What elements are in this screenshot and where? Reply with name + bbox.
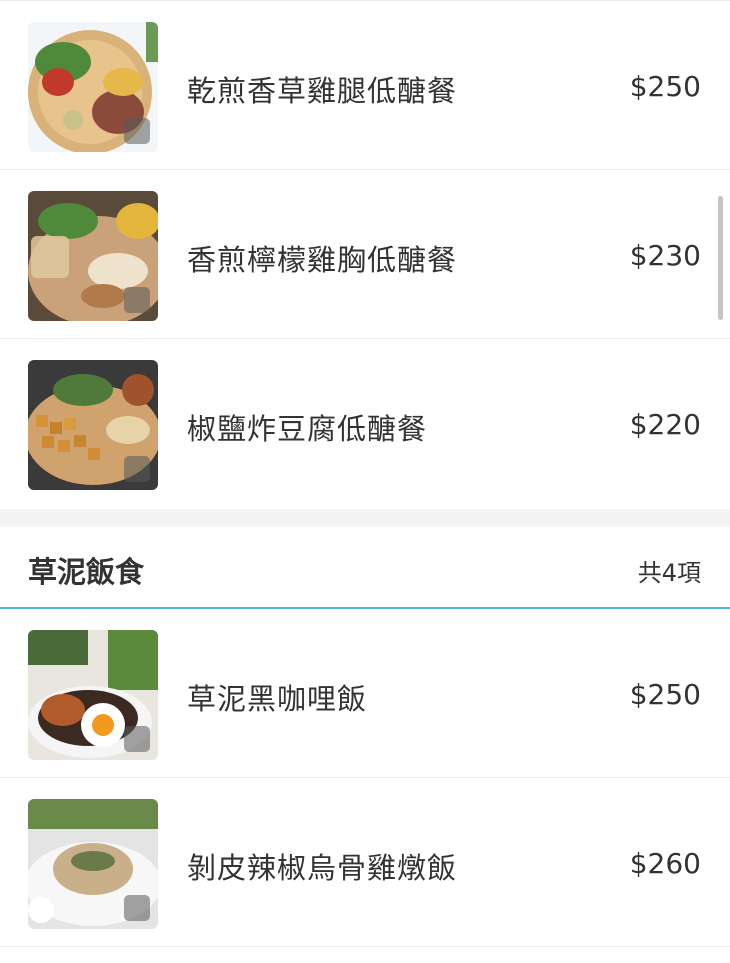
scrollbar[interactable]	[718, 196, 723, 320]
food-photo[interactable]	[28, 799, 158, 929]
menu-item[interactable]: 香煎檸檬雞胸低醣餐 $230	[0, 170, 730, 339]
zoom-icon[interactable]	[124, 118, 150, 144]
menu-item[interactable]: 剝皮辣椒烏骨雞燉飯 $260	[0, 778, 730, 947]
food-photo[interactable]	[28, 360, 158, 490]
item-price: $220	[629, 408, 701, 441]
item-divider	[0, 946, 730, 947]
section-gap	[0, 509, 730, 527]
zoom-icon[interactable]	[124, 287, 150, 313]
zoom-icon[interactable]	[124, 726, 150, 752]
item-price: $260	[629, 847, 701, 880]
item-name: 椒鹽炸豆腐低醣餐	[187, 412, 428, 446]
category-title: 草泥飯食	[28, 555, 145, 589]
item-name: 乾煎香草雞腿低醣餐	[187, 74, 458, 108]
menu-item[interactable]: 椒鹽炸豆腐低醣餐 $220	[0, 339, 730, 508]
item-name: 剝皮辣椒烏骨雞燉飯	[187, 851, 458, 885]
brand-logo-icon	[28, 897, 54, 923]
zoom-icon[interactable]	[124, 456, 150, 482]
item-name: 香煎檸檬雞胸低醣餐	[187, 243, 458, 277]
food-photo[interactable]	[28, 630, 158, 760]
menu-item[interactable]: 乾煎香草雞腿低醣餐 $250	[0, 1, 730, 170]
item-price: $250	[629, 70, 701, 103]
zoom-icon[interactable]	[124, 895, 150, 921]
category-count: 共4項	[637, 559, 701, 587]
food-photo[interactable]	[28, 22, 158, 152]
category-header: 草泥飯食 共4項	[0, 527, 730, 609]
food-photo[interactable]	[28, 191, 158, 321]
item-price: $230	[629, 239, 701, 272]
item-name: 草泥黑咖哩飯	[187, 682, 368, 716]
menu-item[interactable]: 草泥黑咖哩飯 $250	[0, 609, 730, 778]
item-price: $250	[629, 678, 701, 711]
